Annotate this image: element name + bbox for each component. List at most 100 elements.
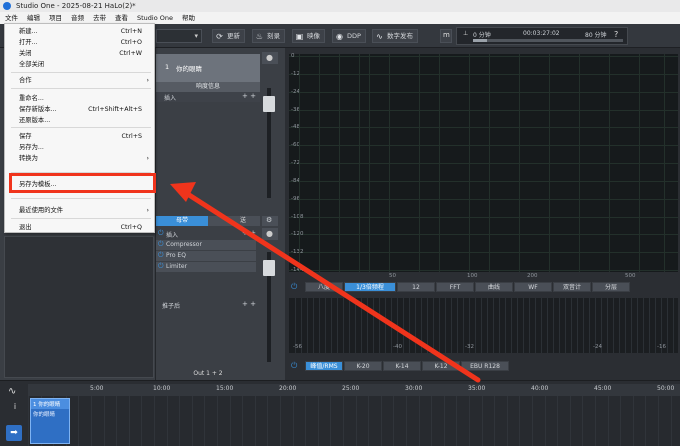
meter-segment xyxy=(649,298,650,353)
add-insert-icon[interactable]: + + xyxy=(242,92,256,100)
meter-segment xyxy=(643,298,644,353)
power-icon[interactable]: ⏻ xyxy=(158,240,164,249)
plugin-name: Limiter xyxy=(166,263,188,270)
tab-5[interactable]: WF xyxy=(514,282,552,292)
tab-master[interactable]: 母带 xyxy=(156,216,208,226)
export-icon[interactable]: ➡ xyxy=(6,425,22,441)
plugin-slot[interactable]: ⏻ Limiter xyxy=(156,262,256,272)
grid-line xyxy=(645,396,647,446)
power-icon[interactable]: ⏻ xyxy=(158,262,164,271)
chevron-right-icon: › xyxy=(146,77,149,84)
image-button[interactable]: ▣ 映像 xyxy=(292,29,325,43)
meter-segment xyxy=(325,298,326,353)
meter-segment xyxy=(313,298,314,353)
grid-line xyxy=(343,396,344,446)
add-insert-icon[interactable]: + + xyxy=(242,300,256,308)
grid-line xyxy=(544,396,546,446)
automation-icon[interactable]: ∿ xyxy=(8,386,22,398)
tab-4[interactable]: 曲线 xyxy=(475,282,513,292)
grid-line xyxy=(289,110,678,111)
menu-item[interactable]: 保存 Ctrl+S xyxy=(5,132,154,142)
add-insert-icon[interactable]: + + xyxy=(242,229,256,237)
timeline-ruler[interactable]: 5:00 10:00 15:00 20:00 25:00 30:00 35:00 40:00 4… xyxy=(28,384,680,396)
tab-4[interactable]: EBU R128 xyxy=(461,361,509,371)
output-selector[interactable]: Out 1 + 2 xyxy=(156,369,260,379)
metronome-icon: m xyxy=(443,31,450,39)
menu-item-label: 转换为 xyxy=(19,155,38,162)
grid-line xyxy=(569,396,571,446)
menu-item[interactable]: 合作 › xyxy=(5,76,154,86)
menu-item[interactable]: 退出 Ctrl+Q xyxy=(5,223,154,233)
tab-7[interactable]: 分层 xyxy=(592,282,630,292)
settings-button[interactable]: ⚙ xyxy=(262,216,278,226)
menu-item[interactable]: 转换为 › xyxy=(5,154,154,164)
metronome-button[interactable]: m xyxy=(440,29,452,43)
position-slider[interactable] xyxy=(473,39,623,42)
power-button[interactable]: ● xyxy=(262,228,278,240)
tab-6[interactable]: 双音计 xyxy=(553,282,591,292)
menu-item[interactable]: 关闭 Ctrl+W xyxy=(5,49,154,59)
meter-segment xyxy=(511,298,512,353)
meter-segment xyxy=(331,298,332,353)
channel-header[interactable]: 1 你的眼睛 xyxy=(156,54,260,82)
menu-item[interactable]: 保存新版本... Ctrl+Shift+Alt+S xyxy=(5,105,154,115)
grid-line xyxy=(28,396,29,446)
meter-tick-label: -24 xyxy=(593,344,602,350)
meter-power-icon[interactable]: ⏻ xyxy=(291,361,301,371)
grid-line xyxy=(519,396,521,446)
channel-name: 你的眼睛 xyxy=(176,65,202,73)
tab-2[interactable]: K-14 xyxy=(383,361,421,371)
menu-item-shortcut: Ctrl+N xyxy=(120,28,142,35)
meter-segment xyxy=(415,298,416,353)
tab-1[interactable]: 1/3倍频程 xyxy=(344,282,396,292)
help-button[interactable]: ? xyxy=(614,30,626,42)
menu-item[interactable]: 新建... Ctrl+N xyxy=(5,27,154,37)
audio-clip[interactable]: 1 你的眼睛 你的眼睛 xyxy=(30,398,70,444)
burn-button[interactable]: ♨ 刻录 xyxy=(252,29,285,43)
menu-item-label: 另存为... xyxy=(19,144,44,151)
grid-line xyxy=(305,396,307,446)
ddp-button[interactable]: ◉ DDP xyxy=(332,29,366,43)
plugin-slot[interactable]: ⏻ Compressor xyxy=(156,240,256,250)
toggle-icon[interactable]: ⏻ xyxy=(158,229,164,238)
tab-0[interactable]: 八度 xyxy=(305,282,343,292)
menu-item[interactable]: 最近使用的文件 › xyxy=(5,206,154,216)
tab-1[interactable]: K-20 xyxy=(344,361,382,371)
tab-0[interactable]: 峰值/RMS xyxy=(305,361,343,371)
grid-line xyxy=(204,396,206,446)
grid-line xyxy=(380,396,382,446)
meter-segment xyxy=(433,298,434,353)
menu-item[interactable]: 重命名... xyxy=(5,94,154,104)
meter-segment xyxy=(391,298,392,353)
playhead-icon: ⊥ xyxy=(463,30,469,37)
disc-icon: ◉ xyxy=(336,31,343,41)
menu-item[interactable]: 打开... Ctrl+O xyxy=(5,38,154,48)
meter-segment xyxy=(361,298,362,353)
chevron-down-icon: ▾ xyxy=(194,32,198,40)
ruler-mark: 30:00 xyxy=(405,385,423,392)
menu-separator xyxy=(11,127,151,128)
analyzer-power-icon[interactable]: ⏻ xyxy=(291,282,301,292)
loudness-info-button[interactable]: 响度信息 xyxy=(156,82,260,92)
tab-3[interactable]: FFT xyxy=(436,282,474,292)
menu-help[interactable]: 帮助 xyxy=(181,12,196,24)
plugin-name: Pro EQ xyxy=(166,252,186,259)
meter-segment xyxy=(535,298,536,353)
tab-3[interactable]: K-12 xyxy=(422,361,460,371)
tab-send[interactable]: 送 xyxy=(208,216,260,226)
menu-item[interactable]: 还原版本... xyxy=(5,116,154,126)
master-fader[interactable] xyxy=(263,260,275,276)
tab-2[interactable]: 12 xyxy=(397,282,435,292)
volume-fader[interactable] xyxy=(263,96,275,112)
menu-item[interactable]: 全部关闭 xyxy=(5,60,154,70)
chevron-right-icon: › xyxy=(146,155,149,162)
info-icon[interactable]: i xyxy=(8,402,22,414)
menu-item[interactable]: 另存为... xyxy=(5,143,154,153)
update-button[interactable]: ⟳ 更新 xyxy=(212,29,245,43)
power-icon[interactable]: ⏻ xyxy=(158,251,164,260)
digital-release-button[interactable]: ∿ 数字发布 xyxy=(372,29,418,43)
plugin-slot[interactable]: ⏻ Pro EQ xyxy=(156,251,256,261)
power-button[interactable]: ● xyxy=(262,52,278,64)
toolbar-dropdown[interactable]: ▾ xyxy=(156,29,202,43)
meter-segment xyxy=(319,298,320,353)
